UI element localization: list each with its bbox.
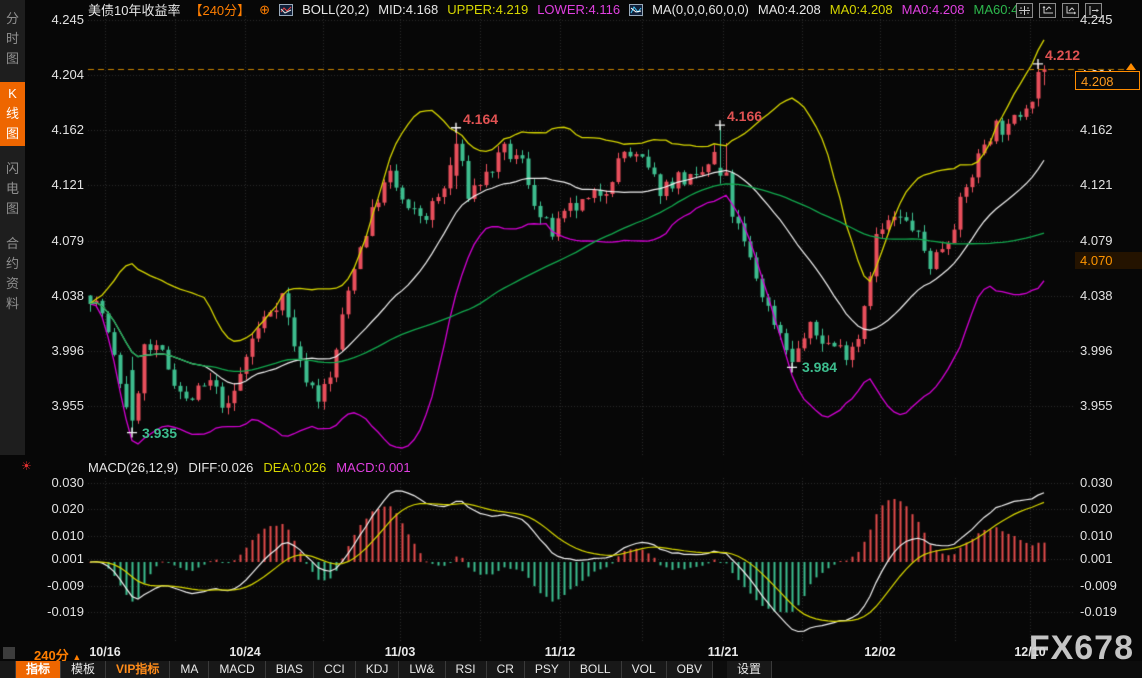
axis-tick-right: -0.009 bbox=[1080, 578, 1140, 593]
boll-indicator-icon[interactable] bbox=[279, 4, 293, 16]
axis-zoom-icon[interactable] bbox=[1039, 3, 1056, 18]
toolbar-button-BOLL[interactable]: BOLL bbox=[570, 661, 622, 678]
axis-tick-left: 4.038 bbox=[0, 288, 84, 303]
axis-tick-left: 0.020 bbox=[0, 501, 84, 516]
toolbar-button-PSY[interactable]: PSY bbox=[525, 661, 570, 678]
toolbar-button-VOL[interactable]: VOL bbox=[622, 661, 667, 678]
x-axis-date: 10/16 bbox=[89, 645, 120, 659]
axis-tick-right: 4.038 bbox=[1080, 288, 1140, 303]
axis-tick-left: 3.955 bbox=[0, 398, 84, 413]
settlement-price-label: 4.070 bbox=[1075, 252, 1142, 269]
toolbar-button-OBV[interactable]: OBV bbox=[667, 661, 713, 678]
macd-header: MACD(26,12,9) DIFF:0.026 DEA:0.026 MACD:… bbox=[88, 460, 411, 475]
axis-tick-right: 3.996 bbox=[1080, 343, 1140, 358]
macd-diff: DIFF:0.026 bbox=[188, 460, 253, 475]
chart-canvas[interactable] bbox=[0, 0, 1142, 678]
boll-upper: UPPER:4.219 bbox=[447, 2, 528, 17]
axis-tick-left: 4.162 bbox=[0, 122, 84, 137]
toolbar-button-VIP指标[interactable]: VIP指标 bbox=[106, 661, 170, 678]
macd-value: MACD:0.001 bbox=[336, 460, 410, 475]
macd-label: MACD(26,12,9) bbox=[88, 460, 178, 475]
axis-pan-icon[interactable] bbox=[1062, 3, 1079, 18]
ma-indicator-icon[interactable] bbox=[629, 4, 643, 16]
axis-tick-right: -0.019 bbox=[1080, 604, 1140, 619]
macd-settings-icon[interactable]: ☀ bbox=[21, 459, 32, 473]
x-axis-date: 11/03 bbox=[385, 645, 416, 659]
period-label[interactable]: 【240分】 bbox=[189, 0, 250, 19]
axis-tick-left: -0.019 bbox=[0, 604, 84, 619]
current-price-box: 4.208 bbox=[1075, 71, 1140, 90]
toolbar-button-CCI[interactable]: CCI bbox=[314, 661, 356, 678]
toolbar-button-LW&[interactable]: LW& bbox=[399, 661, 445, 678]
price-annotation-3.984: 3.984 bbox=[802, 359, 837, 375]
crosshair-icon[interactable] bbox=[1016, 3, 1033, 18]
price-up-arrow-icon bbox=[1126, 63, 1136, 70]
axis-tick-right: 3.955 bbox=[1080, 398, 1140, 413]
x-axis-date: 12/02 bbox=[864, 645, 895, 659]
price-annotation-3.935: 3.935 bbox=[142, 425, 177, 441]
toolbar-button-设置[interactable]: 设置 bbox=[727, 661, 772, 678]
indicator-header: 美债10年收益率 【240分】 ⊕ BOLL(20,2) MID:4.168 U… bbox=[88, 2, 1029, 17]
panel-toggle-icon[interactable] bbox=[3, 647, 15, 659]
ma0-white: MA0:4.208 bbox=[758, 2, 821, 17]
toolbar-button-MA[interactable]: MA bbox=[170, 661, 209, 678]
symbol-title: 美债10年收益率 bbox=[88, 0, 180, 19]
x-axis-row: 240分 ▲ 10/1610/2411/0311/1211/2112/0212/… bbox=[0, 644, 1142, 661]
axis-tick-right: 4.245 bbox=[1080, 12, 1140, 27]
price-annotation-4.166: 4.166 bbox=[727, 108, 762, 124]
x-axis-date: 10/24 bbox=[229, 645, 260, 659]
macd-dea: DEA:0.026 bbox=[263, 460, 326, 475]
indicator-toolbar: 指标模板VIP指标MAMACDBIASCCIKDJLW&RSICRPSYBOLL… bbox=[0, 661, 1142, 678]
x-axis-date: 11/21 bbox=[708, 645, 739, 659]
toolbar-button-MACD[interactable]: MACD bbox=[209, 661, 265, 678]
price-annotation-4.164: 4.164 bbox=[463, 111, 498, 127]
price-annotation-4.212: 4.212 bbox=[1045, 47, 1080, 63]
add-indicator-icon[interactable]: ⊕ bbox=[259, 2, 270, 18]
axis-tick-right: 0.001 bbox=[1080, 551, 1140, 566]
boll-mid: MID:4.168 bbox=[378, 2, 438, 17]
axis-tick-left: 3.996 bbox=[0, 343, 84, 358]
axis-tick-right: 4.121 bbox=[1080, 177, 1140, 192]
ma-label: MA(0,0,0,60,0,0) bbox=[652, 2, 749, 17]
axis-tick-right: 4.079 bbox=[1080, 233, 1140, 248]
boll-lower: LOWER:4.116 bbox=[537, 2, 620, 17]
axis-tick-right: 4.162 bbox=[1080, 122, 1140, 137]
axis-tick-left: 4.121 bbox=[0, 177, 84, 192]
boll-label: BOLL(20,2) bbox=[302, 2, 369, 17]
toolbar-button-模板[interactable]: 模板 bbox=[61, 661, 106, 678]
axis-tick-left: 4.079 bbox=[0, 233, 84, 248]
watermark: FX678 bbox=[1029, 629, 1134, 668]
axis-tick-left: 0.010 bbox=[0, 528, 84, 543]
toolbar-button-KDJ[interactable]: KDJ bbox=[356, 661, 400, 678]
axis-tick-left: 4.245 bbox=[0, 12, 84, 27]
axis-tick-left: -0.009 bbox=[0, 578, 84, 593]
trading-terminal: 分时图K线图闪电图合约资料 美债10年收益率 【240分】 ⊕ BOLL(20,… bbox=[0, 0, 1142, 678]
axis-tick-left: 0.001 bbox=[0, 551, 84, 566]
toolbar-spacer bbox=[0, 661, 16, 678]
axis-tick-right: 0.010 bbox=[1080, 528, 1140, 543]
axis-tick-left: 0.030 bbox=[0, 475, 84, 490]
axis-tick-right: 0.020 bbox=[1080, 501, 1140, 516]
toolbar-button-指标[interactable]: 指标 bbox=[16, 661, 61, 678]
x-axis-date: 11/12 bbox=[545, 645, 576, 659]
toolbar-button-BIAS[interactable]: BIAS bbox=[266, 661, 314, 678]
ma0-yellow: MA0:4.208 bbox=[830, 2, 893, 17]
toolbar-button-CR[interactable]: CR bbox=[487, 661, 525, 678]
axis-tick-right: 0.030 bbox=[1080, 475, 1140, 490]
toolbar-button-RSI[interactable]: RSI bbox=[446, 661, 487, 678]
axis-tick-left: 4.204 bbox=[0, 67, 84, 82]
ma0-magenta: MA0:4.208 bbox=[902, 2, 965, 17]
